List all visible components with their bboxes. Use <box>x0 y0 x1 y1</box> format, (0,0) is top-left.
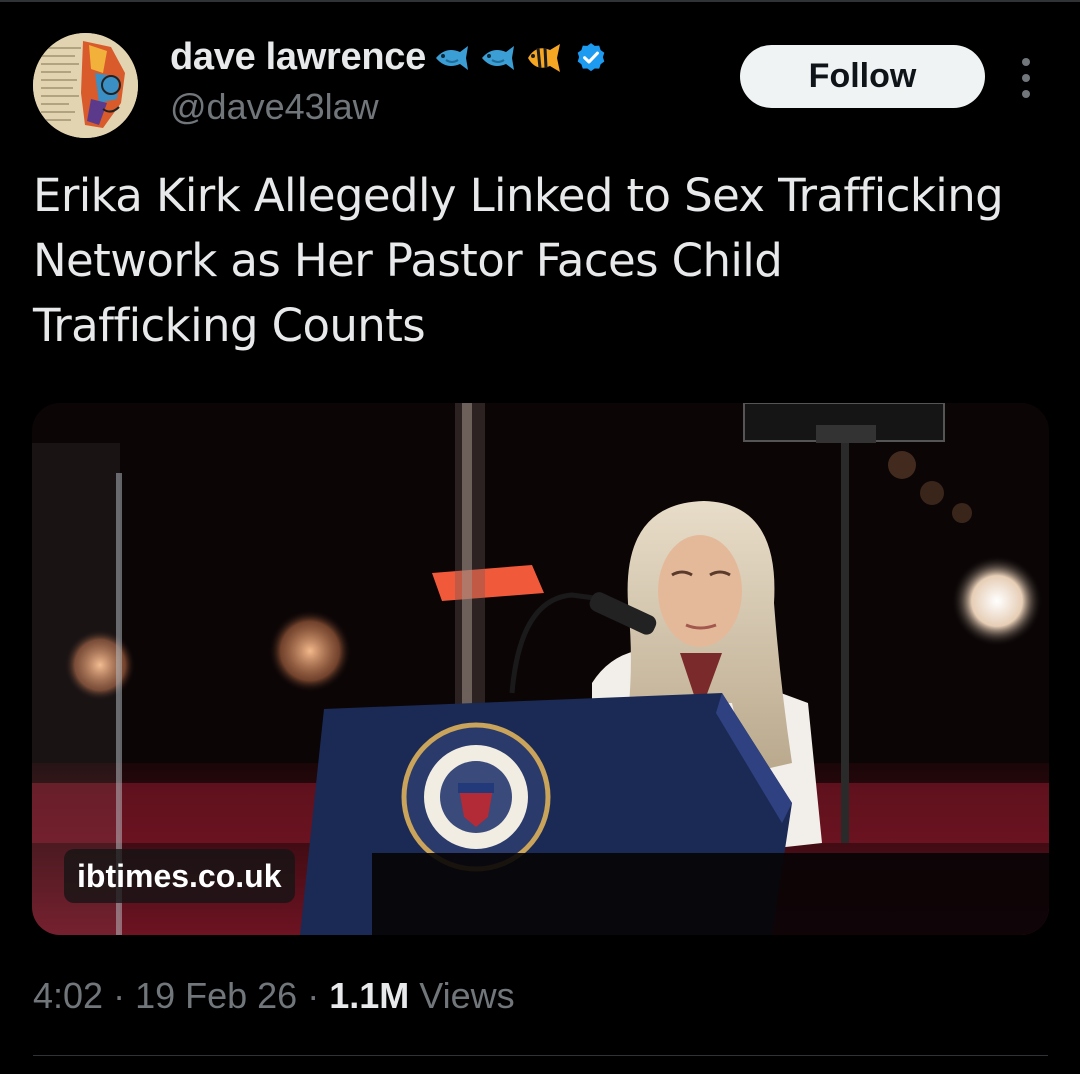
views-label: Views <box>409 975 515 1016</box>
tweet-text: Erika Kirk Allegedly Linked to Sex Traff… <box>33 163 1063 358</box>
tweet-date[interactable]: 19 Feb 26 <box>135 975 297 1016</box>
top-divider <box>0 0 1080 2</box>
tweet-detail: dave lawrence @dave43law Follow Erika Ki… <box>0 0 1080 1074</box>
avatar[interactable] <box>33 33 138 138</box>
meta-separator: · <box>297 975 330 1016</box>
author-name-row[interactable]: dave lawrence <box>170 36 608 79</box>
fish-emoji-icon <box>481 45 514 70</box>
verified-badge-icon <box>577 42 605 71</box>
tweet-time[interactable]: 4:02 <box>33 975 103 1016</box>
tweet-text-line: Network as Her Pastor Faces Child <box>33 234 783 287</box>
display-name[interactable]: dave lawrence <box>170 36 426 79</box>
tweet-meta: 4:02 · 19 Feb 26 · 1.1M Views <box>33 975 515 1017</box>
more-vertical-icon[interactable] <box>1014 58 1038 98</box>
handle[interactable]: @dave43law <box>170 86 379 128</box>
link-source-badge[interactable]: ibtimes.co.uk <box>64 849 295 903</box>
tweet-text-line: Erika Kirk Allegedly Linked to Sex Traff… <box>33 169 1004 222</box>
bottom-divider <box>33 1055 1048 1056</box>
follow-button[interactable]: Follow <box>740 45 985 108</box>
fish-emoji-icon <box>435 45 468 70</box>
views-count: 1.1M <box>329 975 410 1016</box>
tweet-text-line: Trafficking Counts <box>33 299 426 352</box>
tropical-fish-emoji-icon <box>527 43 560 72</box>
meta-separator: · <box>103 975 136 1016</box>
